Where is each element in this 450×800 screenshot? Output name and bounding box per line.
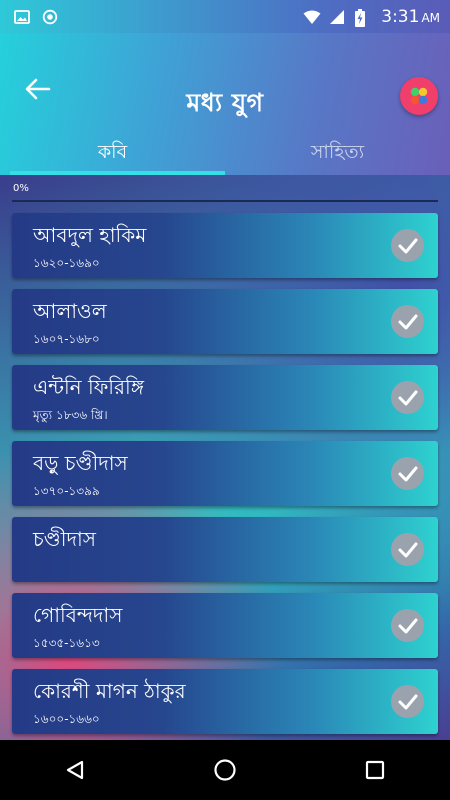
progress-bar	[12, 200, 438, 202]
content-area: 0% আবদুল হাকিম ১৬২০-১৬৯০ আলাওল ১৬০৭-১৬৮০…	[0, 175, 450, 740]
poet-years: মৃত্যু ১৮৩৬ খ্রি।	[33, 408, 108, 422]
nav-home-button[interactable]	[205, 750, 245, 790]
list-item[interactable]: গোবিন্দদাস ১৫৩৫-১৬১৩	[12, 593, 438, 658]
battery-charging-icon	[355, 8, 371, 27]
page-title: মধ্য যুগ	[186, 88, 264, 117]
poet-name: গোবিন্দদাস	[33, 603, 123, 627]
nav-recents-button[interactable]	[355, 750, 395, 790]
poet-name: কোরশী মাগন ঠাকুর	[33, 679, 186, 703]
poet-name: চণ্ডীদাস	[33, 527, 96, 551]
color-dots-icon	[410, 87, 428, 105]
poet-list: আবদুল হাকিম ১৬২০-১৬৯০ আলাওল ১৬০৭-১৬৮০ এন…	[12, 213, 438, 740]
status-bar: 3:31 AM	[0, 0, 450, 33]
tab-literature[interactable]: সাহিত্য	[225, 135, 450, 175]
system-nav-bar	[0, 740, 450, 800]
back-triangle-icon	[66, 760, 84, 780]
check-icon[interactable]	[391, 685, 424, 718]
list-item[interactable]: এন্টনি ফিরিঙ্গি মৃত্যু ১৮৩৬ খ্রি।	[12, 365, 438, 430]
poet-years: ১৬২০-১৬৯০	[33, 256, 100, 270]
check-icon[interactable]	[391, 609, 424, 642]
poet-name: বড়ু চণ্ডীদাস	[33, 451, 128, 475]
poet-name: আলাওল	[33, 299, 107, 323]
app-header: মধ্য যুগ কবি সাহিত্য	[0, 33, 450, 175]
status-time: 3:31 AM	[381, 7, 440, 27]
poet-years: ১৬০৭-১৬৮০	[33, 332, 100, 346]
ampm-text: AM	[421, 10, 440, 25]
record-icon	[42, 9, 58, 25]
signal-icon	[329, 9, 345, 25]
gallery-icon	[14, 9, 30, 25]
check-icon[interactable]	[391, 533, 424, 566]
check-icon[interactable]	[391, 229, 424, 262]
poet-name: আবদুল হাকিম	[33, 223, 147, 247]
list-item[interactable]: আবদুল হাকিম ১৬২০-১৬৯০	[12, 213, 438, 278]
tab-poets[interactable]: কবি	[0, 135, 225, 175]
recents-square-icon	[365, 760, 385, 780]
progress-label: 0%	[13, 183, 29, 194]
nav-back-button[interactable]	[55, 750, 95, 790]
time-text: 3:31	[381, 6, 420, 27]
home-circle-icon	[214, 759, 236, 781]
poet-years: ১৫৩৫-১৬১৩	[33, 636, 100, 650]
list-item[interactable]: বড়ু চণ্ডীদাস ১৩৭০-১৩৯৯	[12, 441, 438, 506]
poet-years: ১৬০০-১৬৬০	[33, 712, 100, 726]
tab-bar: কবি সাহিত্য	[0, 135, 450, 175]
list-item[interactable]: চণ্ডীদাস	[12, 517, 438, 582]
list-item[interactable]: আলাওল ১৬০৭-১৬৮০	[12, 289, 438, 354]
wifi-icon	[303, 9, 321, 25]
color-menu-button[interactable]	[400, 77, 438, 115]
poet-name: এন্টনি ফিরিঙ্গি	[33, 375, 145, 399]
check-icon[interactable]	[391, 381, 424, 414]
poet-years: ১৩৭০-১৩৯৯	[33, 484, 100, 498]
list-item[interactable]: কোরশী মাগন ঠাকুর ১৬০০-১৬৬০	[12, 669, 438, 734]
check-icon[interactable]	[391, 457, 424, 490]
check-icon[interactable]	[391, 305, 424, 338]
